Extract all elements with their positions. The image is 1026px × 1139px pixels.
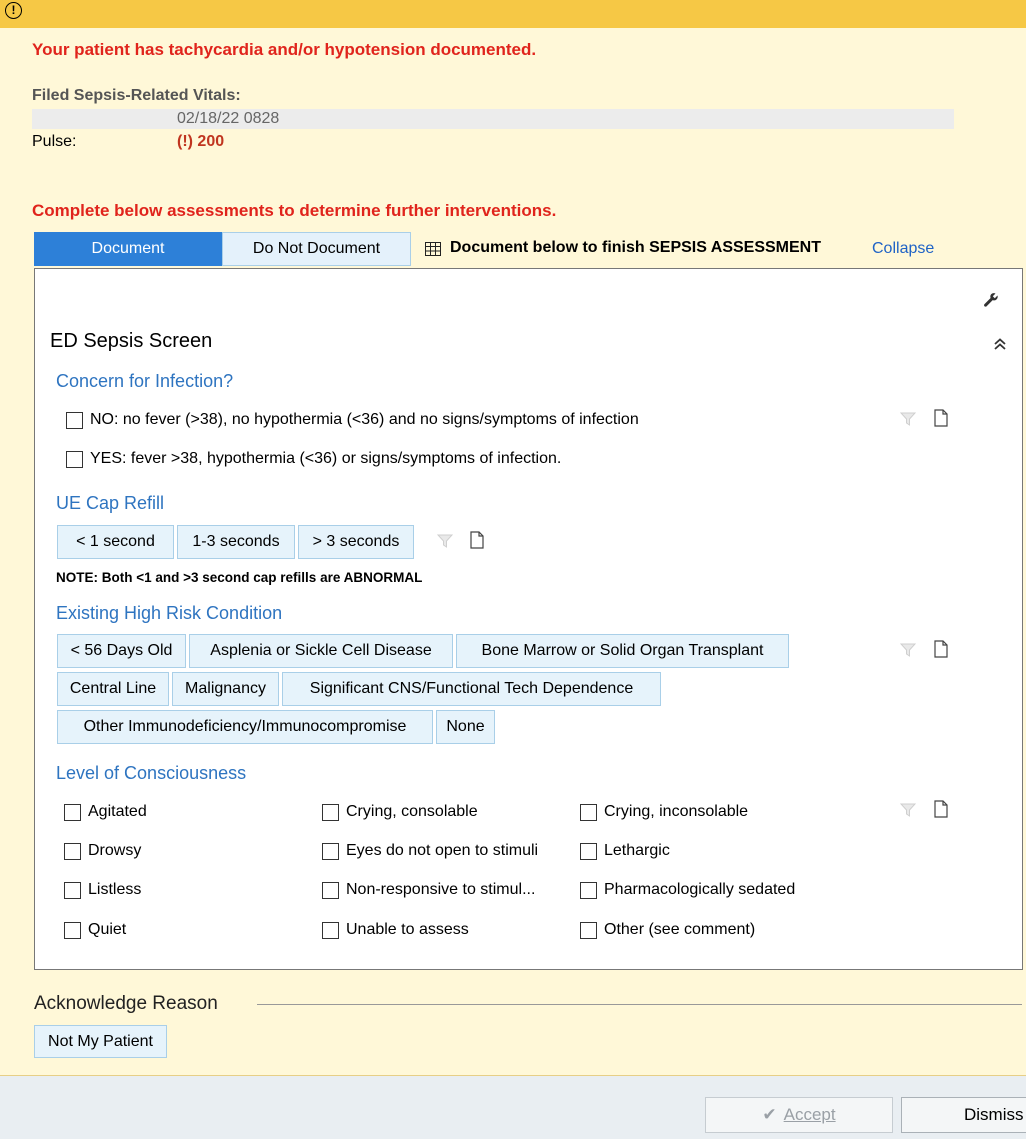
checkbox[interactable] bbox=[580, 921, 597, 939]
checkbox-label: YES: fever >38, hypothermia (<36) or sig… bbox=[90, 450, 562, 467]
checkbox[interactable] bbox=[322, 881, 339, 899]
checkbox-label: Agitated bbox=[88, 803, 147, 820]
alert-header-bar: ! bbox=[0, 0, 1026, 28]
loc-listless[interactable]: Listless bbox=[64, 881, 141, 899]
accept-label: Accept bbox=[783, 1105, 836, 1124]
collapse-link[interactable]: Collapse bbox=[872, 240, 934, 258]
loc-crying-consolable[interactable]: Crying, consolable bbox=[322, 803, 478, 821]
cap-refill-less-1-second[interactable]: < 1 second bbox=[57, 525, 174, 559]
checkbox[interactable] bbox=[580, 803, 597, 821]
checkbox-label: Lethargic bbox=[604, 842, 670, 859]
vitals-datetime: 02/18/22 0828 bbox=[177, 110, 280, 127]
instruction-text: Complete below assessments to determine … bbox=[32, 201, 557, 220]
cap-refill-note: NOTE: Both <1 and >3 second cap refills … bbox=[56, 570, 423, 585]
filter-icon[interactable] bbox=[900, 642, 916, 658]
loc-non-responsive[interactable]: Non-responsive to stimul... bbox=[322, 881, 535, 899]
high-risk-malignancy[interactable]: Malignancy bbox=[172, 672, 279, 706]
accept-button[interactable]: ✔ Accept bbox=[705, 1097, 893, 1133]
checkmark-icon: ✔ bbox=[762, 1105, 777, 1124]
dismiss-button[interactable]: Dismiss bbox=[901, 1097, 1026, 1133]
loc-eyes-do-not-open[interactable]: Eyes do not open to stimuli bbox=[322, 842, 538, 860]
checkbox[interactable] bbox=[322, 921, 339, 939]
checkbox[interactable] bbox=[66, 450, 83, 468]
document-comment-icon[interactable] bbox=[934, 640, 948, 658]
checkbox-label: Unable to assess bbox=[346, 921, 469, 938]
pulse-label: Pulse: bbox=[32, 133, 77, 150]
alert-message: Your patient has tachycardia and/or hypo… bbox=[32, 40, 537, 59]
high-risk-central-line[interactable]: Central Line bbox=[57, 672, 169, 706]
checkbox[interactable] bbox=[322, 803, 339, 821]
section-level-of-consciousness: Level of Consciousness bbox=[56, 763, 247, 783]
checkbox[interactable] bbox=[64, 842, 81, 860]
vitals-date-bar bbox=[32, 109, 954, 129]
checkbox[interactable] bbox=[64, 921, 81, 939]
section-ue-cap-refill: UE Cap Refill bbox=[56, 493, 165, 513]
high-risk-asplenia-sickle-cell[interactable]: Asplenia or Sickle Cell Disease bbox=[189, 634, 453, 668]
acknowledge-reason-heading: Acknowledge Reason bbox=[34, 993, 218, 1014]
checkbox-label: Crying, consolable bbox=[346, 803, 478, 820]
checkbox-label: Drowsy bbox=[88, 842, 142, 859]
checkbox[interactable] bbox=[580, 842, 597, 860]
checkbox-label: Pharmacologically sedated bbox=[604, 881, 796, 898]
filter-icon[interactable] bbox=[437, 533, 453, 549]
document-comment-icon[interactable] bbox=[934, 409, 948, 427]
not-my-patient-button[interactable]: Not My Patient bbox=[34, 1025, 167, 1058]
checkbox-label: NO: no fever (>38), no hypothermia (<36)… bbox=[90, 411, 639, 428]
loc-quiet[interactable]: Quiet bbox=[64, 921, 126, 939]
checkbox-label: Non-responsive to stimul... bbox=[346, 881, 536, 898]
vitals-heading: Filed Sepsis-Related Vitals: bbox=[32, 87, 241, 104]
document-comment-icon[interactable] bbox=[470, 531, 484, 549]
document-button[interactable]: Document bbox=[34, 232, 222, 266]
cap-refill-greater-3-seconds[interactable]: > 3 seconds bbox=[298, 525, 414, 559]
warning-icon: ! bbox=[5, 2, 22, 19]
infection-option-yes[interactable]: YES: fever >38, hypothermia (<36) or sig… bbox=[66, 450, 561, 468]
dismiss-label: Dismiss bbox=[964, 1105, 1024, 1124]
checkbox-label: Quiet bbox=[88, 921, 127, 938]
cap-refill-1-3-seconds[interactable]: 1-3 seconds bbox=[177, 525, 295, 559]
checkbox-label: Crying, inconsolable bbox=[604, 803, 749, 820]
finish-assessment-text: Document below to finish SEPSIS ASSESSME… bbox=[450, 239, 822, 256]
high-risk-none[interactable]: None bbox=[436, 710, 495, 744]
filter-icon[interactable] bbox=[900, 411, 916, 427]
loc-lethargic[interactable]: Lethargic bbox=[580, 842, 670, 860]
checkbox-label: Listless bbox=[88, 881, 142, 898]
loc-crying-inconsolable[interactable]: Crying, inconsolable bbox=[580, 803, 748, 821]
high-risk-under-56-days-old[interactable]: < 56 Days Old bbox=[57, 634, 186, 668]
high-risk-transplant[interactable]: Bone Marrow or Solid Organ Transplant bbox=[456, 634, 789, 668]
checkbox[interactable] bbox=[322, 842, 339, 860]
section-existing-high-risk-condition: Existing High Risk Condition bbox=[56, 603, 283, 623]
form-title: ED Sepsis Screen bbox=[50, 330, 213, 352]
table-icon bbox=[425, 242, 441, 256]
checkbox[interactable] bbox=[580, 881, 597, 899]
section-concern-for-infection: Concern for Infection? bbox=[56, 371, 234, 391]
checkbox-label: Eyes do not open to stimuli bbox=[346, 842, 539, 859]
high-risk-cns-tech-dependence[interactable]: Significant CNS/Functional Tech Dependen… bbox=[282, 672, 661, 706]
checkbox[interactable] bbox=[64, 881, 81, 899]
checkbox[interactable] bbox=[66, 411, 83, 429]
loc-unable-to-assess[interactable]: Unable to assess bbox=[322, 921, 469, 939]
loc-drowsy[interactable]: Drowsy bbox=[64, 842, 141, 860]
double-chevron-up-icon[interactable] bbox=[993, 337, 1007, 351]
checkbox-label: Other (see comment) bbox=[604, 921, 756, 938]
filter-icon[interactable] bbox=[900, 802, 916, 818]
wrench-icon[interactable] bbox=[983, 292, 999, 308]
high-risk-immunodeficiency[interactable]: Other Immunodeficiency/Immunocompromise bbox=[57, 710, 433, 744]
pulse-value: (!) 200 bbox=[177, 133, 225, 150]
loc-agitated[interactable]: Agitated bbox=[64, 803, 147, 821]
loc-other[interactable]: Other (see comment) bbox=[580, 921, 755, 939]
do-not-document-button[interactable]: Do Not Document bbox=[222, 232, 411, 266]
document-comment-icon[interactable] bbox=[934, 800, 948, 818]
checkbox[interactable] bbox=[64, 803, 81, 821]
loc-pharmacologically-sedated[interactable]: Pharmacologically sedated bbox=[580, 881, 795, 899]
infection-option-no[interactable]: NO: no fever (>38), no hypothermia (<36)… bbox=[66, 411, 639, 429]
divider bbox=[257, 1004, 1022, 1005]
